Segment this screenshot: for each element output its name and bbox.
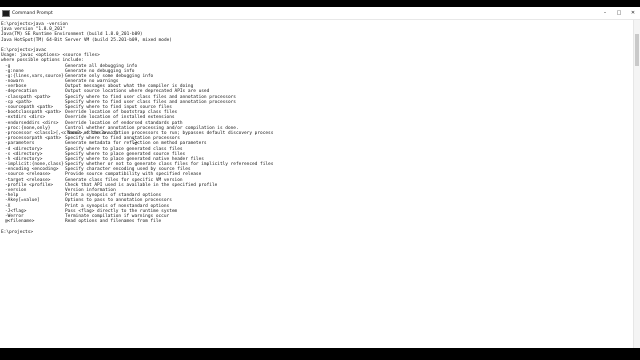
minimize-button[interactable]: – (598, 7, 612, 19)
option-description: Read options and filenames from file (65, 219, 162, 225)
close-button[interactable]: ✕ (626, 7, 640, 19)
vertical-scrollbar[interactable] (633, 20, 640, 348)
mouse-pointer-icon (133, 138, 138, 145)
console-line: E:\projects> (1, 229, 34, 235)
option-flag: @<filename> (5, 219, 35, 225)
command-prompt-window: Command Prompt – □ ✕ E:\projects>java -v… (0, 7, 640, 348)
title-bar[interactable]: Command Prompt – □ ✕ (0, 7, 640, 20)
window-title: Command Prompt (12, 10, 53, 16)
terminal-icon (2, 9, 10, 17)
maximize-button[interactable]: □ (612, 7, 626, 19)
scrollbar-thumb[interactable] (635, 34, 639, 66)
console-output[interactable]: E:\projects>java -version java version "1… (0, 20, 634, 348)
